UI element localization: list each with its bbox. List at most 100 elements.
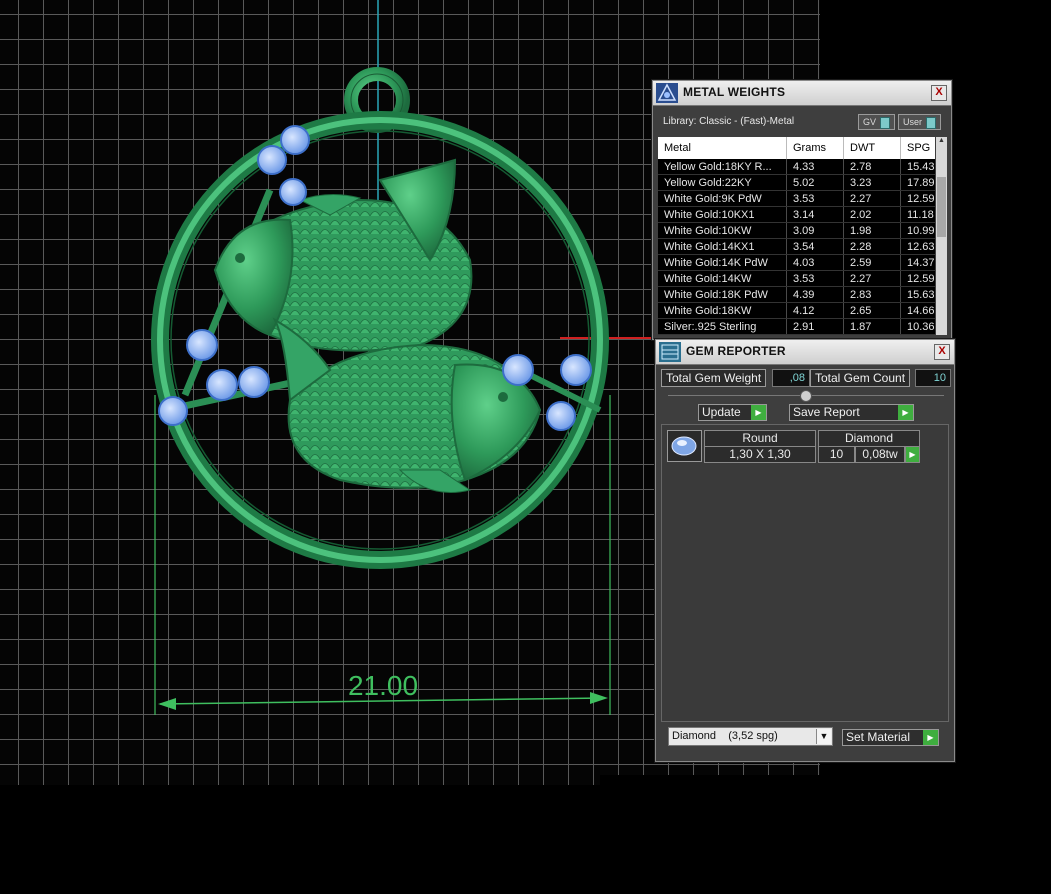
cell-grams: 4.12	[786, 302, 844, 319]
toggle-icon	[880, 116, 891, 129]
cell-dwt: 1.98	[843, 222, 901, 239]
close-button[interactable]: X	[934, 344, 950, 360]
cell-dwt: 2.27	[843, 190, 901, 207]
cell-metal: White Gold:18KW	[658, 302, 787, 319]
column-header-metal[interactable]: Metal	[658, 137, 787, 159]
cell-spg: 14.66	[900, 302, 935, 319]
play-icon: ▶	[751, 405, 766, 420]
cell-dwt: 2.65	[843, 302, 901, 319]
metal-weights-panel: METAL WEIGHTS X Library: Classic - (Fast…	[652, 80, 952, 340]
cell-dwt: 2.83	[843, 286, 901, 303]
cell-spg: 17.89	[900, 174, 935, 191]
cell-grams: 4.39	[786, 286, 844, 303]
table-row[interactable]: Yellow Gold:18KY R... 4.33 2.78 15.43	[658, 159, 935, 175]
material-select[interactable]: Diamond (3,52 spg) ▼	[668, 727, 833, 746]
gv-toggle[interactable]: GV	[858, 114, 896, 130]
cell-dwt: 2.27	[843, 270, 901, 287]
gem-stone	[502, 354, 534, 386]
gem-stone	[186, 329, 218, 361]
scrollbar-thumb[interactable]	[937, 177, 946, 237]
total-gem-count-label: Total Gem Count	[810, 369, 911, 387]
cell-grams: 3.53	[786, 190, 844, 207]
cell-grams: 3.53	[786, 270, 844, 287]
table-row[interactable]: White Gold:18KW 4.12 2.65 14.66	[658, 302, 935, 319]
total-gem-weight-label: Total Gem Weight	[661, 369, 767, 387]
column-header-dwt[interactable]: DWT	[843, 137, 901, 159]
table-row[interactable]: White Gold:10KW 3.09 1.98 10.99	[658, 222, 935, 239]
cell-grams: 4.33	[786, 159, 844, 175]
set-material-label: Set Material	[846, 730, 911, 744]
matrix-logo-icon	[656, 83, 678, 103]
gem-stone	[280, 125, 310, 155]
cell-dwt: 2.28	[843, 238, 901, 255]
library-label: Library: Classic - (Fast)-Metal	[663, 116, 795, 127]
gv-toggle-label: GV	[863, 117, 877, 127]
table-scrollbar[interactable]: ▲	[936, 137, 947, 335]
table-row[interactable]: White Gold:14K PdW 4.03 2.59 14.37	[658, 254, 935, 271]
total-gem-count-value: 10	[915, 369, 951, 387]
gem-weight: 0,08tw	[855, 446, 905, 463]
cell-dwt: 2.59	[843, 254, 901, 271]
column-header-spg[interactable]: SPG	[900, 137, 935, 159]
cell-spg: 14.37	[900, 254, 935, 271]
panel-title: GEM REPORTER	[686, 344, 786, 358]
cell-dwt: 2.02	[843, 206, 901, 223]
scroll-up-icon[interactable]: ▲	[936, 137, 947, 147]
user-toggle-label: User	[903, 117, 923, 127]
gem-stone	[560, 354, 592, 386]
table-row[interactable]: White Gold:14KW 3.53 2.27 12.59	[658, 270, 935, 287]
cell-dwt: 3.23	[843, 174, 901, 191]
toggle-icon	[926, 116, 937, 129]
gem-material: Diamond	[818, 430, 920, 447]
set-material-button[interactable]: Set Material ▶	[842, 729, 939, 746]
cell-metal: White Gold:10KX1	[658, 206, 787, 223]
table-row[interactable]: White Gold:10KX1 3.14 2.02 11.18	[658, 206, 935, 223]
cell-grams: 3.09	[786, 222, 844, 239]
cell-grams: 5.02	[786, 174, 844, 191]
cell-dwt: 1.87	[843, 318, 901, 335]
gem-stone	[257, 145, 287, 175]
cell-spg: 12.59	[900, 190, 935, 207]
cell-metal: Yellow Gold:22KY	[658, 174, 787, 191]
cell-grams: 2.91	[786, 318, 844, 335]
cell-metal: White Gold:14K PdW	[658, 254, 787, 271]
cell-spg: 10.36	[900, 318, 935, 335]
save-report-button[interactable]: Save Report ▶	[789, 404, 914, 421]
column-header-grams[interactable]: Grams	[786, 137, 844, 159]
gem-reporter-titlebar[interactable]: GEM REPORTER X	[656, 340, 954, 365]
table-row[interactable]: Yellow Gold:22KY 5.02 3.23 17.89	[658, 174, 935, 191]
gem-list: Round Diamond 1,30 X 1,30 10 0,08tw ▶	[661, 424, 949, 722]
save-report-label: Save Report	[793, 405, 860, 419]
upper-fish	[213, 158, 473, 352]
cell-spg: 12.59	[900, 270, 935, 287]
user-toggle[interactable]: User	[898, 114, 942, 130]
gem-row-go-icon[interactable]: ▶	[905, 446, 920, 463]
panel-title: METAL WEIGHTS	[683, 85, 786, 99]
total-gem-weight-value: ,08	[772, 369, 810, 387]
cell-metal: White Gold:14KX1	[658, 238, 787, 255]
update-button[interactable]: Update ▶	[698, 404, 767, 421]
cell-grams: 3.14	[786, 206, 844, 223]
chevron-down-icon[interactable]: ▼	[816, 729, 831, 744]
gem-shape: Round	[704, 430, 816, 447]
splitter-handle[interactable]	[800, 390, 812, 402]
metal-weights-table: Metal Grams DWT SPG Yellow Gold:18KY R..…	[658, 137, 935, 335]
cell-metal: Yellow Gold:18KY R...	[658, 159, 787, 175]
cell-metal: White Gold:14KW	[658, 270, 787, 287]
round-diamond-icon[interactable]	[667, 430, 702, 462]
table-row[interactable]: White Gold:18K PdW 4.39 2.83 15.63	[658, 286, 935, 303]
gem-reporter-panel: GEM REPORTER X Total Gem Weight ,08 Tota…	[655, 339, 955, 762]
gem-stone	[546, 401, 576, 431]
gem-stone	[279, 178, 307, 206]
table-row[interactable]: White Gold:9K PdW 3.53 2.27 12.59	[658, 190, 935, 207]
play-icon: ▶	[923, 730, 938, 745]
cell-dwt: 2.78	[843, 159, 901, 175]
dimension-value: 21.00	[348, 670, 418, 701]
metal-weights-titlebar[interactable]: METAL WEIGHTS X	[653, 81, 951, 106]
gem-size: 1,30 X 1,30	[704, 446, 816, 463]
cell-spg: 12.63	[900, 238, 935, 255]
close-button[interactable]: X	[931, 85, 947, 101]
table-row[interactable]: White Gold:14KX1 3.54 2.28 12.63	[658, 238, 935, 255]
cell-metal: White Gold:18K PdW	[658, 286, 787, 303]
table-row[interactable]: Silver:.925 Sterling 2.91 1.87 10.36	[658, 318, 935, 335]
